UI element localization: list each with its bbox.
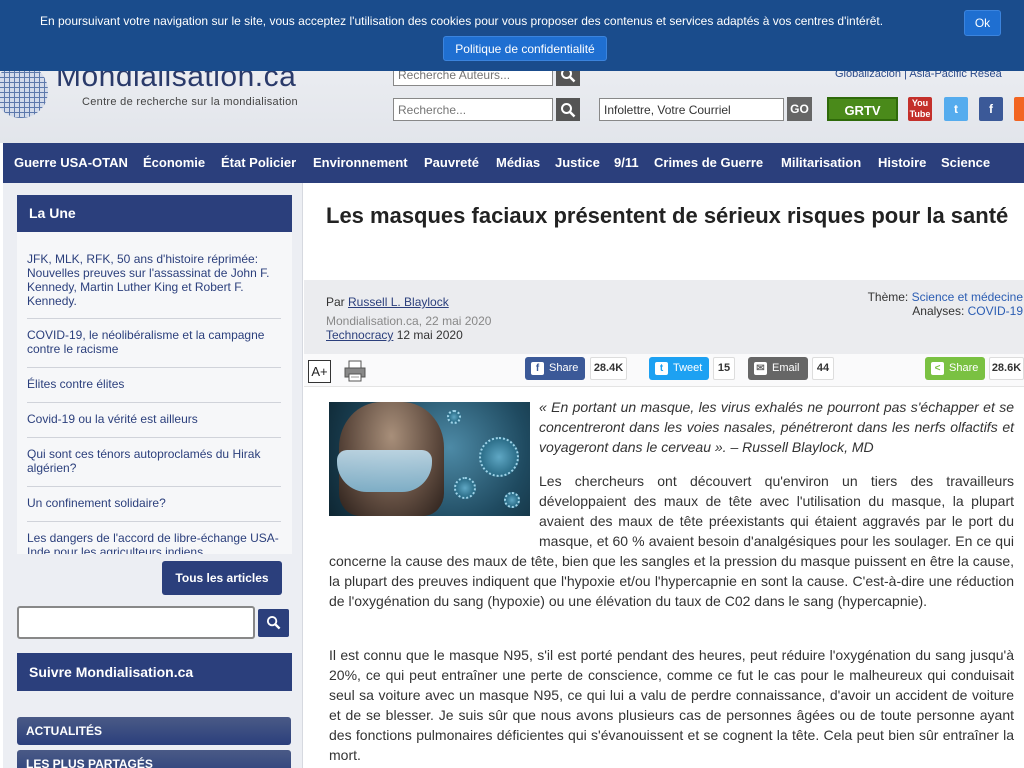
tab-plus-partages[interactable]: LES PLUS PARTAGÉS [17, 750, 291, 768]
float-spacer [329, 471, 539, 551]
nav-item-science[interactable]: Science [941, 155, 990, 170]
search-icon [266, 615, 281, 630]
rss-icon[interactable]: ) [1014, 97, 1024, 121]
nav-item-histoire[interactable]: Histoire [878, 155, 926, 170]
sidebar-search-input[interactable] [17, 606, 255, 639]
generic-share-count: 28.6K [989, 357, 1024, 380]
virus-shape [447, 410, 461, 424]
theme-line: Thème: Science et médecine [868, 290, 1023, 304]
share-icon: < [931, 362, 944, 375]
divider [27, 486, 281, 487]
paragraph: Il est connu que le masque N95, s'il est… [329, 647, 1014, 763]
search-input[interactable] [393, 98, 553, 121]
main-nav: Guerre USA-OTAN Économie État Policier E… [3, 143, 1024, 183]
email-share-button[interactable]: ✉ Email [748, 357, 808, 380]
sidebar-search-button[interactable] [258, 609, 289, 637]
list-item[interactable]: JFK, MLK, RFK, 50 ans d'histoire réprimé… [27, 252, 281, 308]
email-icon: ✉ [754, 362, 767, 375]
generic-share-label: Share [949, 362, 979, 374]
byline: Par Russell L. Blaylock [326, 295, 449, 309]
nav-item-crimes-de-guerre[interactable]: Crimes de Guerre [654, 155, 763, 170]
nav-item-pauvrete[interactable]: Pauvreté [424, 155, 479, 170]
divider [27, 318, 281, 319]
facebook-share-button[interactable]: f Share [525, 357, 585, 380]
quote-attribution: – Russell Blaylock, MD [726, 439, 874, 455]
divider [27, 521, 281, 522]
analyses-label: Analyses: [912, 304, 968, 318]
origin-date: 12 mai 2020 [393, 328, 463, 342]
tweet-count: 15 [713, 357, 735, 380]
facebook-share-count: 28.4K [590, 357, 627, 380]
nav-item-911[interactable]: 9/11 [614, 155, 639, 170]
nav-item-environnement[interactable]: Environnement [313, 155, 408, 170]
search-icon [561, 103, 576, 118]
theme-label: Thème: [867, 290, 912, 304]
analyses-link[interactable]: COVID-19 [968, 304, 1023, 318]
print-icon[interactable] [343, 359, 367, 383]
list-item[interactable]: Élites contre élites [27, 377, 281, 391]
la-une-header: La Une [17, 195, 292, 232]
list-item[interactable]: Les dangers de l'accord de libre-échange… [27, 531, 281, 554]
youtube-icon[interactable]: You Tube [908, 97, 932, 121]
paragraph: Les chercheurs ont découvert qu'environ … [329, 471, 1014, 611]
byline-prefix: Par [326, 295, 349, 309]
list-item[interactable]: Un confinement solidaire? [27, 496, 281, 510]
cookie-text: En poursuivant votre navigation sur le s… [40, 14, 884, 28]
twitter-icon[interactable]: t [944, 97, 968, 121]
globe-logo-icon [0, 64, 48, 118]
nav-item-guerre[interactable]: Guerre USA-OTAN [14, 155, 128, 170]
tab-actualites[interactable]: ACTUALITÉS [17, 717, 291, 745]
divider [27, 437, 281, 438]
nav-item-etat-policier[interactable]: État Policier [221, 155, 296, 170]
tweet-label: Tweet [673, 362, 703, 374]
search-button[interactable] [556, 98, 580, 121]
theme-link[interactable]: Science et médecine [912, 290, 1023, 304]
lead-quote: « En portant un masque, les virus exhalé… [539, 397, 1014, 457]
newsletter-email-input[interactable] [599, 98, 784, 121]
origin-link[interactable]: Technocracy [326, 328, 393, 342]
author-link[interactable]: Russell L. Blaylock [348, 295, 449, 309]
cookie-ok-button[interactable]: Ok [964, 10, 1001, 36]
twitter-icon: t [655, 362, 668, 375]
list-item[interactable]: COVID-19, le néolibéralisme et la campag… [27, 328, 281, 356]
facebook-icon: f [531, 362, 544, 375]
nav-item-medias[interactable]: Médias [496, 155, 540, 170]
article-title: Les masques faciaux présentent de sérieu… [326, 203, 1009, 228]
source-date: Mondialisation.ca, 22 mai 2020 [326, 314, 492, 328]
cookie-banner: En poursuivant votre navigation sur le s… [0, 0, 1024, 71]
origin-line: Technocracy 12 mai 2020 [326, 328, 463, 342]
follow-header: Suivre Mondialisation.ca [17, 653, 292, 691]
list-item[interactable]: Covid-19 ou la vérité est ailleurs [27, 412, 281, 426]
la-une-list[interactable]: JFK, MLK, RFK, 50 ans d'histoire réprimé… [17, 232, 292, 554]
privacy-policy-button[interactable]: Politique de confidentialité [443, 36, 607, 61]
tweet-button[interactable]: t Tweet [649, 357, 709, 380]
email-share-count: 44 [812, 357, 834, 380]
analyses-line: Analyses: COVID-19 [912, 304, 1023, 318]
list-item[interactable]: Qui sont ces ténors autoproclamés du Hir… [27, 447, 281, 475]
all-articles-button[interactable]: Tous les articles [162, 561, 282, 595]
divider [27, 402, 281, 403]
nav-item-justice[interactable]: Justice [555, 155, 600, 170]
grtv-link[interactable]: GRTV [827, 97, 898, 121]
site-tagline: Centre de recherche sur la mondialisatio… [82, 96, 298, 108]
divider [27, 367, 281, 368]
facebook-icon[interactable]: f [979, 97, 1003, 121]
nav-item-economie[interactable]: Économie [143, 155, 205, 170]
newsletter-go-button[interactable]: GO [787, 97, 812, 121]
email-share-label: Email [772, 362, 800, 374]
font-size-icon[interactable]: A+ [308, 360, 331, 383]
generic-share-button[interactable]: < Share [925, 357, 985, 380]
facebook-share-label: Share [549, 362, 579, 374]
nav-item-militarisation[interactable]: Militarisation [781, 155, 861, 170]
